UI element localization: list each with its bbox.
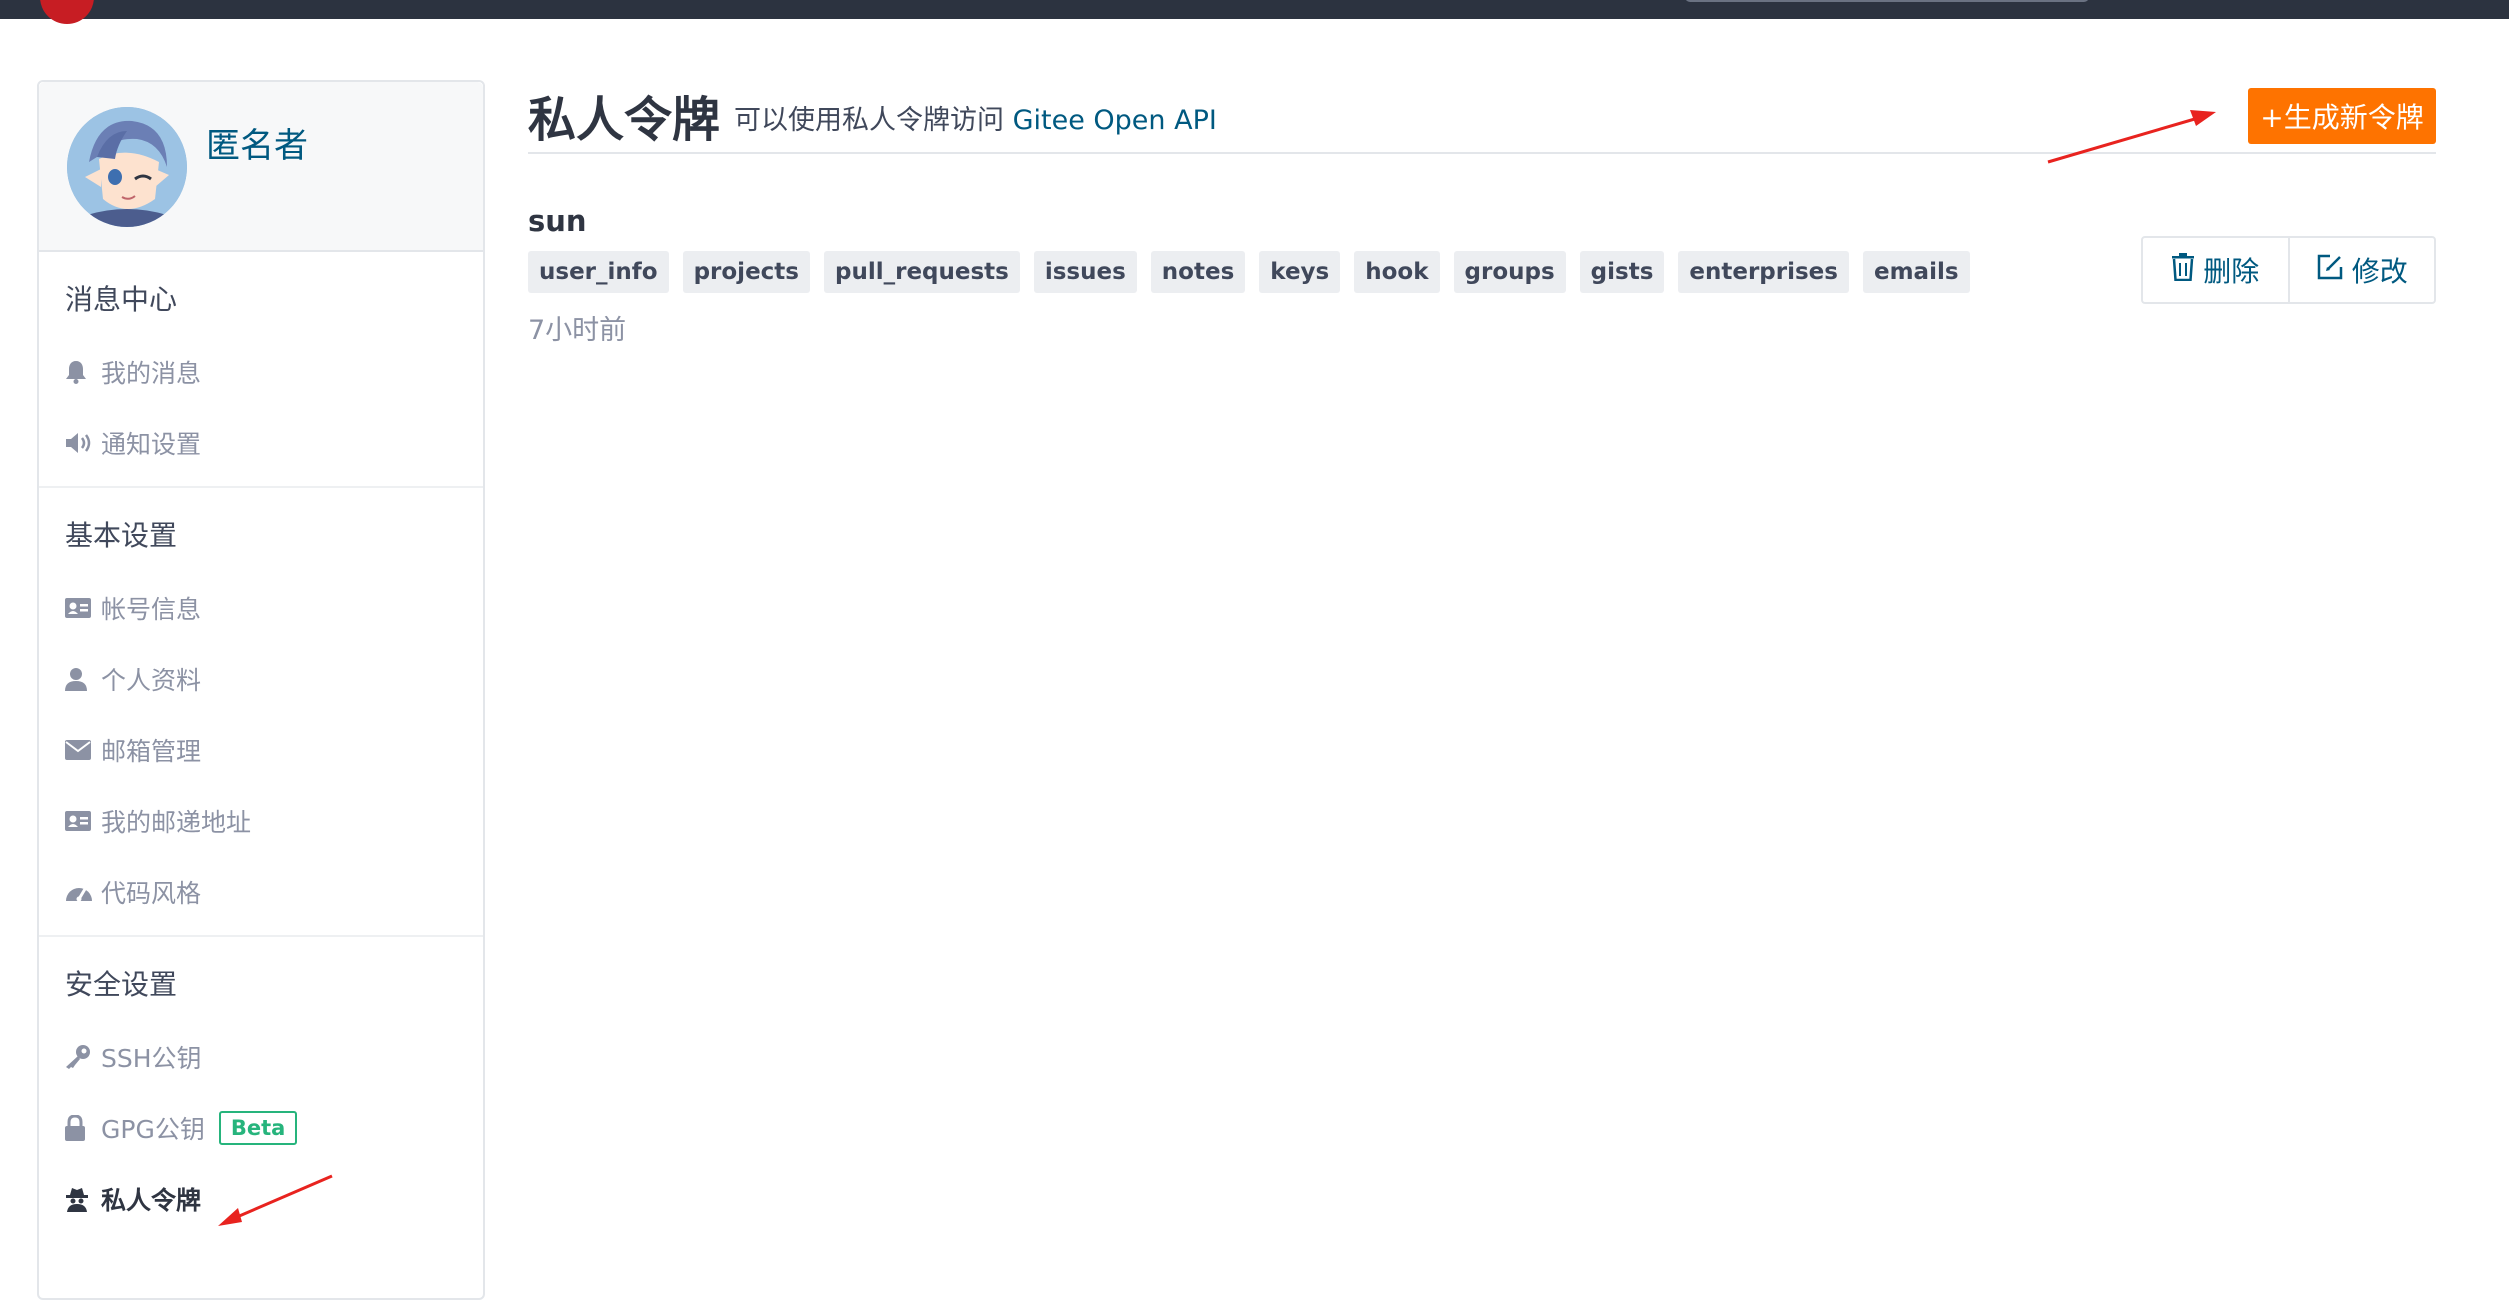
token-scopes: user_info projects pull_requests issues … (528, 251, 1970, 293)
sidebar-item-account-info[interactable]: 帐号信息 (65, 572, 457, 643)
sidebar-item-notify-settings[interactable]: 通知设置 (65, 407, 457, 478)
token-created-time: 7小时前 (528, 315, 627, 346)
sidebar-item-label: 通知设置 (101, 429, 202, 459)
sidebar-item-code-style[interactable]: 代码风格 (65, 856, 457, 927)
delete-token-button[interactable]: 删除 (2143, 238, 2288, 302)
section-message-center: 消息中心 我的消息 通知设置 (39, 252, 483, 488)
sidebar-item-label: 邮箱管理 (101, 736, 202, 766)
token-name: sun (528, 204, 587, 238)
gitee-logo[interactable] (40, 0, 94, 24)
edit-icon (2316, 253, 2344, 288)
address-card-icon (65, 810, 101, 831)
id-card-icon (65, 597, 101, 618)
section-basic-settings: 基本设置 帐号信息 个人资料 邮箱管理 我的邮递地址 代码风格 (39, 488, 483, 937)
volume-icon (65, 432, 101, 454)
key-icon (65, 1044, 101, 1069)
section-title: 安全设置 (65, 968, 178, 1001)
top-navbar (0, 0, 2509, 24)
page-description: 可以使用私人令牌访问 Gitee Open API (734, 98, 1217, 137)
sidebar-item-label: 个人资料 (101, 665, 202, 695)
scope-tag: groups (1453, 251, 1566, 293)
generate-new-token-button[interactable]: +生成新令牌 (2248, 88, 2436, 144)
scope-tag: issues (1033, 251, 1137, 293)
sidebar-item-label: 私人令牌 (101, 1185, 202, 1215)
scope-tag: notes (1150, 251, 1246, 293)
trash-icon (2171, 252, 2195, 288)
user-icon (65, 667, 101, 691)
beta-badge: Beta (218, 1110, 298, 1145)
scope-tag: pull_requests (824, 251, 1020, 293)
page-title: 私人令牌 (528, 92, 721, 148)
sidebar-item-gpg-keys[interactable]: GPG公钥 Beta (65, 1092, 457, 1163)
delete-label: 删除 (2203, 255, 2260, 288)
sidebar-item-label: 帐号信息 (101, 594, 202, 624)
sidebar-item-label: 我的消息 (101, 358, 202, 388)
spy-icon (65, 1186, 101, 1212)
sidebar-item-label: GPG公钥 (101, 1114, 205, 1144)
sidebar-item-label: 代码风格 (101, 878, 202, 908)
edit-token-button[interactable]: 修改 (2287, 238, 2435, 302)
description-text: 可以使用私人令牌访问 (734, 105, 1004, 136)
scope-tag: emails (1862, 251, 1970, 293)
sidebar-item-ssh-keys[interactable]: SSH公钥 (65, 1021, 457, 1092)
scope-tag: gists (1579, 251, 1665, 293)
scope-tag: projects (682, 251, 810, 293)
sidebar-item-my-messages[interactable]: 我的消息 (65, 336, 457, 407)
sidebar-item-postal-address[interactable]: 我的邮递地址 (65, 785, 457, 856)
scope-tag: keys (1259, 251, 1341, 293)
avatar[interactable] (67, 107, 187, 227)
sidebar-item-label: SSH公钥 (101, 1043, 202, 1073)
sidebar-item-email-management[interactable]: 邮箱管理 (65, 714, 457, 785)
bell-icon (65, 360, 101, 384)
profile-card: 匿名者 (39, 82, 483, 252)
top-search-input[interactable] (1685, 0, 2089, 2)
annotation-arrow-new-token (2047, 110, 2216, 164)
sidebar-item-label: 我的邮递地址 (101, 807, 252, 837)
section-title: 消息中心 (65, 283, 178, 316)
sidebar-item-profile[interactable]: 个人资料 (65, 643, 457, 714)
scope-tag: user_info (528, 251, 669, 293)
settings-sidebar: 匿名者 消息中心 我的消息 通知设置 基本设置 帐号信息 个人资料 邮箱管理 我… (37, 80, 485, 1300)
dashboard-icon (65, 881, 101, 903)
scope-tag: hook (1354, 251, 1440, 293)
username[interactable]: 匿名者 (206, 118, 308, 167)
token-actions: 删除 修改 (2141, 236, 2436, 304)
envelope-icon (65, 739, 101, 760)
annotation-arrow-sidebar (218, 1174, 333, 1226)
lock-icon (65, 1114, 101, 1141)
open-api-link[interactable]: Gitee Open API (1013, 105, 1217, 136)
scope-tag: enterprises (1678, 251, 1849, 293)
section-title: 基本设置 (65, 519, 178, 552)
edit-label: 修改 (2351, 255, 2408, 288)
